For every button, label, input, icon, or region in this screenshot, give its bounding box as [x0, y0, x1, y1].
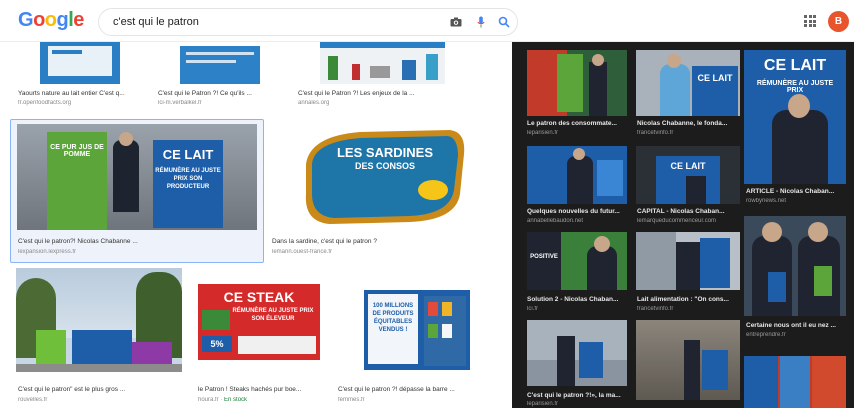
related-caption[interactable]: Quelques nouvelles du futur...	[527, 208, 629, 215]
related-source: francetvinfo.fr	[637, 130, 674, 136]
apps-grid-icon[interactable]	[804, 15, 816, 27]
result-caption[interactable]: C'est qui le patron?! Nicolas Chabanne .…	[18, 238, 256, 245]
related-thumbnail[interactable]	[744, 356, 846, 408]
related-thumbnail[interactable]: CE LAIT	[636, 50, 740, 116]
related-thumbnail[interactable]: CE LAIT RÉMUNÈRE AU JUSTE PRIX	[744, 50, 846, 184]
camera-icon[interactable]	[449, 15, 463, 29]
search-box[interactable]: c'est qui le patron	[98, 8, 518, 36]
tin-text: DES CONSOS	[354, 161, 415, 171]
related-source: lci.fr	[527, 306, 538, 312]
related-caption[interactable]: Nicolas Chabanne, le fonda...	[637, 120, 741, 127]
avatar[interactable]: B	[828, 11, 849, 32]
related-thumbnail[interactable]	[744, 216, 846, 316]
sign-text: POSITIVE	[530, 254, 558, 260]
result-caption[interactable]: Dans la sardine, c'est qui le patron ?	[272, 238, 442, 245]
result-source: rouvelles.fr	[18, 397, 48, 403]
result-thumbnail[interactable]: 100 MILLIONS DE PRODUITS ÉQUITABLES VEND…	[364, 272, 470, 370]
result-source: lci-m.verbalkel.fr	[158, 100, 202, 106]
sign-text: CE LAIT	[670, 161, 706, 171]
related-thumbnail[interactable]: POSITIVE	[527, 232, 627, 290]
related-caption[interactable]: Le patron des consommate...	[527, 120, 629, 127]
result-thumbnail[interactable]	[40, 42, 120, 84]
result-source: fr.openfoodfacts.org	[18, 100, 72, 106]
result-source: houra.fr · En stock	[198, 397, 248, 403]
microphone-icon[interactable]	[474, 15, 488, 29]
banner-text: CE LAIT	[162, 147, 214, 162]
price-tag: 5%	[202, 336, 232, 352]
related-thumbnail[interactable]: CE LAIT	[636, 146, 740, 204]
logo-letter: o	[33, 9, 45, 31]
logo-letter: G	[18, 9, 34, 31]
related-source: entreprendre.fr	[746, 332, 786, 338]
related-thumbnail[interactable]	[527, 146, 627, 204]
related-source: francetvinfo.fr	[637, 306, 674, 312]
result-source: lexpansion.lexpress.fr	[18, 249, 77, 255]
sign-text: RÉMUNÈRE AU JUSTE PRIX	[756, 80, 834, 94]
logo-letter: e	[73, 9, 84, 31]
result-thumbnail[interactable]: CE STEAK RÉMUNÈRE AU JUSTE PRIX SON ÉLEV…	[198, 284, 320, 360]
google-logo[interactable]: Google	[18, 9, 84, 32]
related-caption[interactable]: ARTICLE - Nicolas Chaban...	[746, 188, 848, 195]
sign-text: CE LAIT	[697, 73, 733, 83]
related-thumbnail[interactable]	[636, 232, 740, 290]
sardine-tin-image	[305, 130, 465, 224]
logo-letter: g	[56, 9, 69, 31]
result-caption[interactable]: le Patron ! Steaks hachés pur boe...	[198, 386, 323, 393]
related-thumbnail[interactable]	[527, 320, 627, 386]
banner-text: RÉMUNÈRE AU JUSTE PRIX SON PRODUCTEUR	[155, 168, 221, 190]
result-thumbnail[interactable]	[180, 42, 260, 84]
related-caption[interactable]: CAPITAL - Nicolas Chaban...	[637, 208, 741, 215]
result-source: lemarin.ouest-france.fr	[272, 249, 333, 255]
result-source: annales.org	[298, 100, 330, 106]
result-thumbnail[interactable]: CE PUR JUS DE POMME CE LAIT RÉMUNÈRE AU …	[17, 124, 257, 230]
result-caption[interactable]: C'est qui le Patron ?! Les enjeux de la …	[298, 90, 458, 97]
result-source-domain: houra.fr	[198, 397, 219, 403]
top-bar: Google c'est qui le patron B	[0, 0, 854, 42]
result-caption[interactable]: C'est qui le patron ?! dépasse la barre …	[338, 386, 488, 393]
tin-text: LES SARDINES	[336, 145, 434, 160]
related-caption[interactable]: Certaine nous ont il eu nez ...	[746, 322, 848, 329]
related-source: annabellebaudon.net	[527, 218, 584, 224]
related-caption[interactable]: Lait alimentation : "On cons...	[637, 296, 741, 303]
result-caption[interactable]: C'est qui le Patron ?! Ce qu'ils ...	[158, 90, 283, 97]
result-thumbnail[interactable]: LES SARDINES DES CONSOS	[300, 124, 470, 228]
in-stock-badge: En stock	[224, 397, 248, 403]
logo-letter: o	[44, 9, 57, 31]
related-caption[interactable]: C'est qui le patron ?!», la ma...	[527, 392, 629, 399]
sign-text: CE LAIT	[763, 57, 827, 74]
related-thumbnail[interactable]	[636, 320, 740, 400]
result-caption[interactable]: Yaourts nature au lait entier C'est q...	[18, 90, 148, 97]
related-thumbnail[interactable]	[527, 50, 627, 116]
result-thumbnail[interactable]	[320, 42, 445, 84]
result-source: femmes.fr	[338, 397, 365, 403]
related-source: leparisien.fr	[527, 401, 559, 407]
banner-text: CE PUR JUS DE POMME	[50, 144, 104, 158]
related-source: lemarqueducommenceur.com	[637, 218, 717, 224]
related-source: rowbynews.net	[746, 198, 787, 204]
related-source: leparisien.fr	[527, 130, 559, 136]
search-icon[interactable]	[497, 15, 511, 29]
steak-title: CE STEAK	[223, 289, 295, 305]
related-caption[interactable]: Solution 2 - Nicolas Chaban...	[527, 296, 629, 303]
result-thumbnail[interactable]	[16, 268, 182, 372]
millions-text: 100 MILLIONS DE PRODUITS ÉQUITABLES VEND…	[372, 303, 414, 334]
result-caption[interactable]: C'est qui le patron" est le plus gros ..…	[18, 386, 178, 393]
steak-subtitle: RÉMUNÈRE AU JUSTE PRIX SON ÉLEVEUR	[232, 308, 314, 322]
search-input[interactable]: c'est qui le patron	[113, 16, 199, 28]
